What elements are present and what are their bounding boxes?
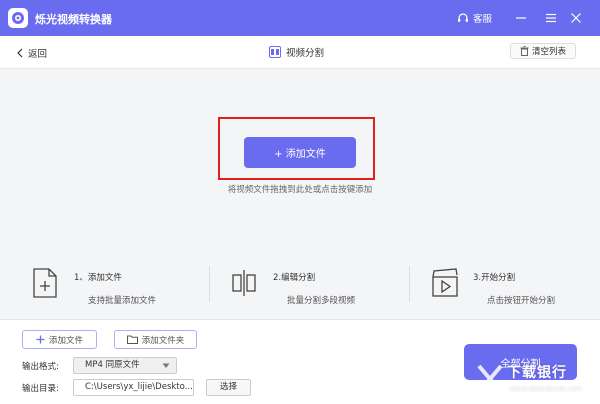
minimize-button[interactable] bbox=[515, 8, 527, 28]
output-dir-field[interactable]: C:\Users\yx_lijie\Deskto... bbox=[73, 379, 194, 396]
clapperboard-icon bbox=[432, 268, 458, 297]
app-title: 烁光视频转换器 bbox=[35, 13, 112, 26]
close-button[interactable] bbox=[570, 8, 582, 28]
output-format-label: 输出格式: bbox=[22, 362, 59, 372]
step-title: 3.开始分割 bbox=[473, 273, 516, 283]
menu-icon bbox=[546, 13, 556, 23]
back-label: 返回 bbox=[28, 49, 48, 60]
split-icon bbox=[232, 270, 256, 296]
customer-service-button[interactable]: 客服 bbox=[457, 8, 492, 28]
step-start-split: 3.开始分割 点击按钮开始分割 bbox=[431, 265, 596, 306]
video-split-icon bbox=[269, 46, 281, 58]
watermark-logo-icon bbox=[477, 364, 503, 394]
chevron-down-icon bbox=[162, 363, 170, 368]
drop-hint: 将视频文件拖拽到此处或点击按键添加 bbox=[227, 185, 373, 195]
watermark-text: 下载银行 bbox=[507, 365, 567, 381]
add-folder-button[interactable]: 添加文件夹 bbox=[114, 330, 197, 349]
minimize-icon bbox=[516, 17, 526, 19]
trash-icon bbox=[520, 46, 529, 56]
step-subtitle: 批量分割多段视频 bbox=[287, 296, 356, 306]
toolbar: 返回 视频分割 清空列表 bbox=[0, 36, 600, 69]
step-title: 1、添加文件 bbox=[74, 273, 122, 283]
app-logo-icon bbox=[8, 8, 28, 28]
back-button[interactable]: 返回 bbox=[16, 46, 47, 60]
page-title: 视频分割 bbox=[269, 45, 324, 59]
output-dir-label: 输出目录: bbox=[22, 384, 59, 394]
add-document-icon bbox=[33, 268, 57, 298]
add-file-button[interactable]: 添加文件 bbox=[22, 330, 97, 349]
add-file-main-button[interactable]: + 添加文件 bbox=[244, 137, 356, 168]
output-format-value: MP4 同原文件 bbox=[85, 360, 140, 370]
step-title: 2.编辑分割 bbox=[273, 273, 316, 283]
chevron-left-icon bbox=[17, 48, 23, 58]
step-subtitle: 点击按钮开始分割 bbox=[487, 296, 556, 306]
step-edit-split: 2.编辑分割 批量分割多段视频 bbox=[231, 265, 401, 306]
step-divider bbox=[409, 266, 410, 302]
step-divider bbox=[209, 266, 210, 302]
close-icon bbox=[571, 13, 581, 23]
watermark-url: www.downbank.com bbox=[510, 385, 583, 393]
title-bar: 烁光视频转换器 客服 bbox=[0, 0, 600, 36]
clear-list-label: 清空列表 bbox=[531, 47, 566, 57]
choose-dir-button[interactable]: 选择 bbox=[206, 379, 251, 396]
step-add-file: 1、添加文件 支持批量添加文件 bbox=[32, 265, 202, 306]
watermark: 下载银行 www.downbank.com bbox=[467, 360, 600, 403]
add-file-label: 添加文件 bbox=[48, 335, 83, 346]
step-subtitle: 支持批量添加文件 bbox=[88, 296, 157, 306]
page-title-text: 视频分割 bbox=[286, 48, 325, 59]
output-format-select[interactable]: MP4 同原文件 bbox=[73, 357, 177, 374]
menu-button[interactable] bbox=[545, 8, 557, 28]
add-folder-label: 添加文件夹 bbox=[141, 335, 185, 346]
clear-list-button[interactable]: 清空列表 bbox=[510, 43, 576, 59]
folder-icon bbox=[126, 335, 138, 344]
headset-icon bbox=[458, 13, 468, 22]
plus-icon bbox=[36, 335, 45, 344]
customer-service-label: 客服 bbox=[473, 14, 493, 25]
